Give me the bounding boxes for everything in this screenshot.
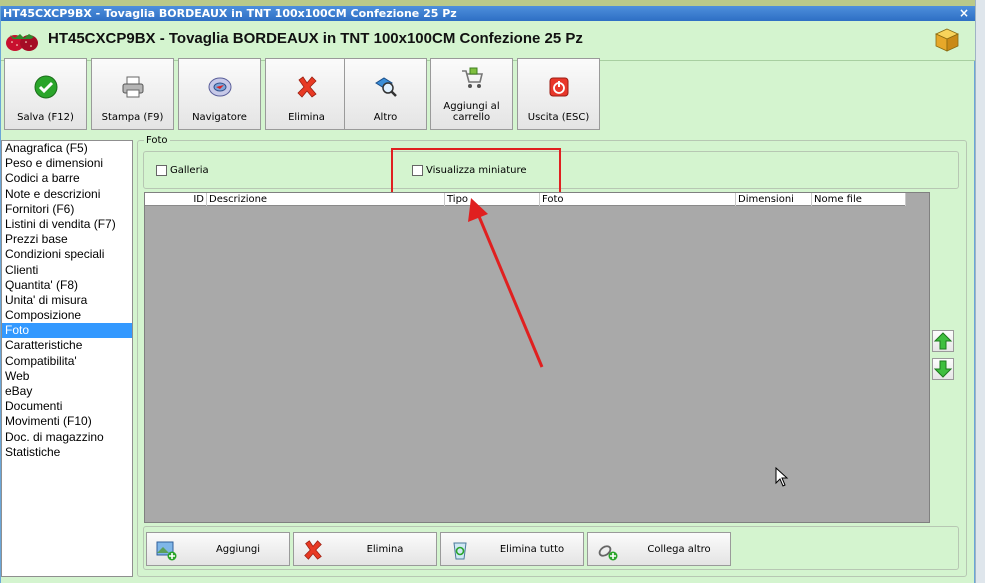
sidebar-item-statistiche[interactable]: Statistiche: [2, 445, 132, 460]
header-title: HT45CXCP9BX - Tovaglia BORDEAUX in TNT 1…: [48, 30, 583, 47]
sidebar-item-quantita[interactable]: Quantita' (F8): [2, 278, 132, 293]
sidebar-item-documenti[interactable]: Documenti: [2, 399, 132, 414]
add-photo-label: Aggiungi: [215, 544, 261, 555]
delete-x-icon: [304, 540, 322, 560]
add-image-icon: [156, 541, 177, 561]
move-up-button[interactable]: [932, 330, 954, 352]
move-down-button[interactable]: [932, 358, 954, 380]
link-other-button[interactable]: Collega altro: [587, 532, 731, 566]
delete-photo-label: Elimina: [366, 544, 404, 555]
mouse-cursor-icon: [775, 467, 789, 487]
check-icon: [34, 75, 57, 99]
printer-icon: [122, 76, 143, 98]
photo-grid[interactable]: ID Descrizione Tipo Foto Dimensioni Nome…: [144, 192, 930, 523]
arrow-up-icon: [933, 332, 953, 350]
sidebar-item-caratteristiche[interactable]: Caratteristiche: [2, 338, 132, 353]
sidebar-item-web[interactable]: Web: [2, 369, 132, 384]
galleria-checkbox-box[interactable]: [156, 165, 167, 176]
sidebar-item-clienti[interactable]: Clienti: [2, 263, 132, 278]
delete-all-label: Elimina tutto: [499, 544, 565, 555]
annotation-highlight-box: [391, 148, 561, 196]
galleria-checkbox[interactable]: Galleria: [156, 165, 209, 176]
close-icon[interactable]: ×: [959, 6, 969, 21]
window-titlebar[interactable]: HT45CXCP9BX - Tovaglia BORDEAUX in TNT 1…: [1, 6, 975, 21]
section-list: Anagrafica (F5) Peso e dimensioni Codici…: [1, 140, 133, 577]
navigator-button[interactable]: Navigatore: [178, 58, 261, 130]
sidebar-item-fornitori[interactable]: Fornitori (F6): [2, 202, 132, 217]
grid-header: ID Descrizione Tipo Foto Dimensioni Nome…: [145, 193, 906, 206]
delete-x-icon: [296, 76, 317, 98]
col-descrizione[interactable]: Descrizione: [207, 193, 445, 206]
sidebar-item-ebay[interactable]: eBay: [2, 384, 132, 399]
exit-label: Uscita (ESC): [527, 112, 590, 123]
sidebar-item-codici[interactable]: Codici a barre: [2, 171, 132, 186]
sidebar-item-foto[interactable]: Foto: [2, 323, 132, 339]
sidebar-item-unita[interactable]: Unita' di misura: [2, 293, 132, 308]
print-button[interactable]: Stampa (F9): [91, 58, 174, 130]
col-id[interactable]: ID: [145, 193, 207, 206]
more-button[interactable]: Altro: [344, 58, 427, 130]
add-to-cart-label: Aggiungi al carrello: [443, 101, 500, 123]
power-icon: [549, 77, 568, 97]
galleria-label: Galleria: [170, 165, 209, 176]
sidebar-item-prezzi[interactable]: Prezzi base: [2, 232, 132, 247]
search-icon: [374, 77, 397, 97]
delete-button[interactable]: Elimina: [265, 58, 348, 130]
exit-button[interactable]: Uscita (ESC): [517, 58, 600, 130]
delete-label: Elimina: [288, 112, 325, 123]
sidebar-item-composizione[interactable]: Composizione: [2, 308, 132, 323]
compass-icon: [208, 77, 231, 97]
sidebar-item-listini[interactable]: Listini di vendita (F7): [2, 217, 132, 232]
print-label: Stampa (F9): [101, 112, 164, 123]
navigator-label: Navigatore: [192, 112, 247, 123]
save-label: Salva (F12): [17, 112, 74, 123]
window-title: HT45CXCP9BX - Tovaglia BORDEAUX in TNT 1…: [3, 7, 457, 20]
cart-icon: [461, 67, 483, 88]
sidebar-item-compatibilita[interactable]: Compatibilita': [2, 354, 132, 369]
strawberries-logo-icon: [6, 34, 38, 51]
desktop-gutter: [975, 0, 985, 583]
col-nome-file[interactable]: Nome file: [812, 193, 906, 206]
package-cube-icon: [935, 28, 959, 52]
delete-photo-button[interactable]: Elimina: [293, 532, 437, 566]
col-dimensioni[interactable]: Dimensioni: [736, 193, 812, 206]
sidebar-item-anagrafica[interactable]: Anagrafica (F5): [2, 141, 132, 156]
article-header: HT45CXCP9BX - Tovaglia BORDEAUX in TNT 1…: [1, 21, 975, 61]
link-other-label: Collega altro: [647, 544, 711, 555]
col-foto[interactable]: Foto: [540, 193, 736, 206]
col-tipo[interactable]: Tipo: [445, 193, 540, 206]
add-to-cart-button[interactable]: Aggiungi al carrello: [430, 58, 513, 130]
sidebar-item-movimenti[interactable]: Movimenti (F10): [2, 414, 132, 429]
sidebar-item-doc-magazzino[interactable]: Doc. di magazzino: [2, 430, 132, 445]
more-label: Altro: [373, 112, 398, 123]
delete-all-button[interactable]: Elimina tutto: [440, 532, 584, 566]
sidebar-item-peso[interactable]: Peso e dimensioni: [2, 156, 132, 171]
save-button[interactable]: Salva (F12): [4, 58, 87, 130]
foto-group-label: Foto: [144, 135, 170, 146]
link-user-icon: [598, 545, 618, 561]
sidebar-item-condizioni[interactable]: Condizioni speciali: [2, 247, 132, 262]
recycle-bin-icon: [453, 542, 467, 560]
sidebar-item-note[interactable]: Note e descrizioni: [2, 187, 132, 202]
arrow-down-icon: [933, 360, 953, 378]
add-photo-button[interactable]: Aggiungi: [146, 532, 290, 566]
